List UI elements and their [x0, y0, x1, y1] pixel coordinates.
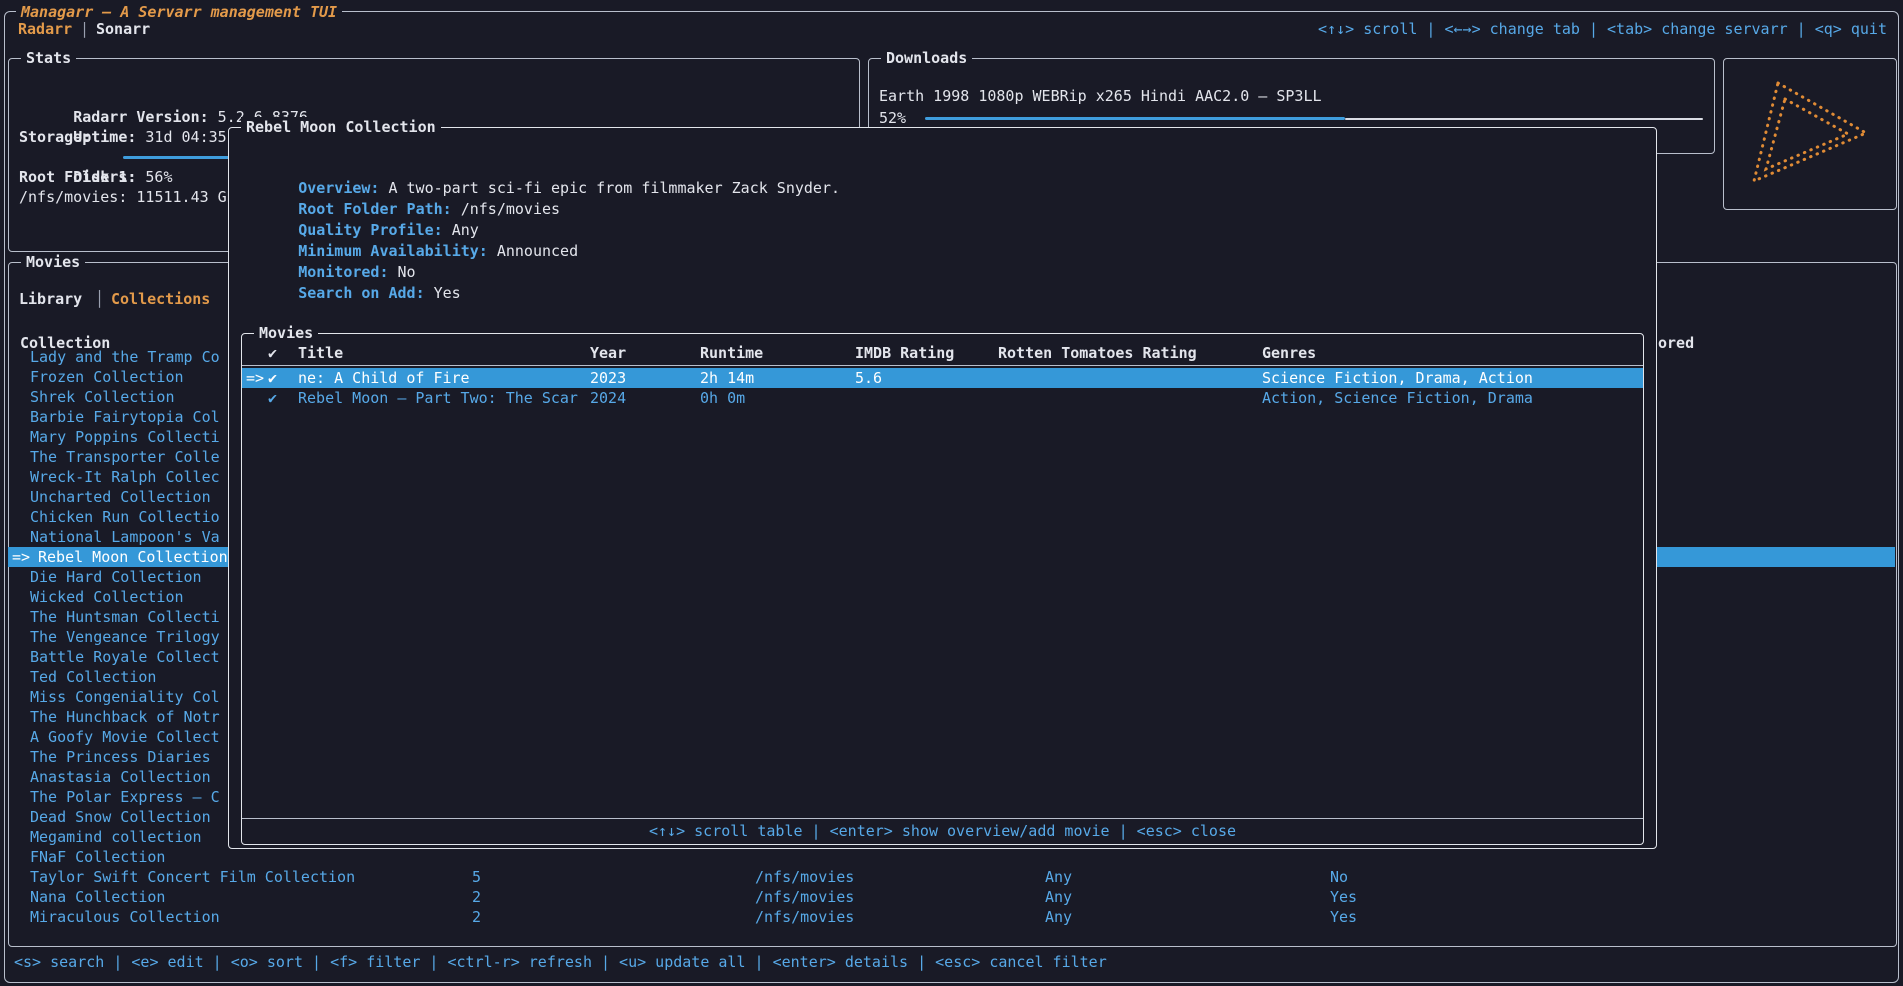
- selection-arrow: =>: [12, 547, 30, 567]
- collection-name: The Vengeance Trilogy: [30, 627, 220, 647]
- tab-separator: │: [80, 19, 89, 39]
- collection-name: National Lampoon's Va: [30, 527, 220, 547]
- collection-name: Battle Royale Collect: [30, 647, 220, 667]
- downloads-panel-title: Downloads: [881, 48, 972, 68]
- app-root: Managarr – A Servarr management TUI Rada…: [0, 0, 1903, 986]
- collection-name: The Transporter Colle: [30, 447, 220, 467]
- movie-check: ✔: [268, 368, 277, 388]
- collection-details-modal: Rebel Moon Collection Overview:A two-par…: [228, 127, 1657, 849]
- collection-row[interactable]: FNaF Collection: [8, 847, 1895, 867]
- modal-title: Rebel Moon Collection: [241, 117, 441, 137]
- download-progress-remainder: [1345, 118, 1703, 120]
- movie-genres: Action, Science Fiction, Drama: [1262, 388, 1533, 408]
- collection-name: Miss Congeniality Col: [30, 687, 220, 707]
- collection-root-folder: /nfs/movies: [755, 907, 854, 927]
- managarr-play-logo-icon: [1744, 77, 1876, 189]
- collection-monitored: No: [1330, 867, 1348, 887]
- search-on-add-field: Search on Add:Yes: [244, 263, 461, 323]
- collection-name: Shrek Collection: [30, 387, 175, 407]
- modal-keybindings: <↑↓> scroll table | <enter> show overvie…: [242, 821, 1643, 841]
- top-keybindings: <↑↓> scroll | <←→> change tab | <tab> ch…: [1318, 19, 1887, 39]
- app-title: Managarr – A Servarr management TUI: [16, 2, 342, 22]
- column-imdb-rating: IMDB Rating: [855, 343, 954, 363]
- collection-quality: Any: [1045, 887, 1072, 907]
- collection-name: Uncharted Collection: [30, 487, 211, 507]
- collection-name: Taylor Swift Concert Film Collection: [30, 867, 355, 887]
- collection-name: Anastasia Collection: [30, 767, 211, 787]
- table-footer-divider: [242, 818, 1643, 819]
- movie-year: 2024: [590, 388, 626, 408]
- collection-root-folder: /nfs/movies: [755, 867, 854, 887]
- tab-radarr[interactable]: Radarr: [18, 19, 72, 39]
- column-year: Year: [590, 343, 626, 363]
- tab-sonarr[interactable]: Sonarr: [96, 19, 150, 39]
- column-genres: Genres: [1262, 343, 1316, 363]
- collection-row[interactable]: Taylor Swift Concert Film Collection 5 /…: [8, 867, 1895, 887]
- root-folders-label: Root Folders:: [19, 167, 136, 187]
- collection-row[interactable]: Nana Collection 2 /nfs/movies Any Yes: [8, 887, 1895, 907]
- collection-name: Lady and the Tramp Co: [30, 347, 220, 367]
- collection-movie-count: 2: [472, 887, 481, 907]
- collection-name: Ted Collection: [30, 667, 156, 687]
- movie-row[interactable]: ✔ Rebel Moon – Part Two: The Scar 2024 0…: [242, 388, 1643, 408]
- collection-movie-count: 5: [472, 867, 481, 887]
- collection-name: Chicken Run Collectio: [30, 507, 220, 527]
- collection-quality: Any: [1045, 867, 1072, 887]
- collection-row[interactable]: Miraculous Collection 2 /nfs/movies Any …: [8, 907, 1895, 927]
- collection-name: The Princess Diaries: [30, 747, 211, 767]
- collection-name: Miraculous Collection: [30, 907, 220, 927]
- collection-name: Megamind collection: [30, 827, 202, 847]
- collection-name: Die Hard Collection: [30, 567, 202, 587]
- movie-check: ✔: [268, 388, 277, 408]
- selection-arrow: =>: [246, 368, 264, 388]
- collection-name: The Polar Express – C: [30, 787, 220, 807]
- collection-name: The Hunchback of Notr: [30, 707, 220, 727]
- tab-library[interactable]: Library: [19, 289, 82, 309]
- collection-name: Mary Poppins Collecti: [30, 427, 220, 447]
- bottom-keybindings: <s> search | <e> edit | <o> sort | <f> f…: [14, 952, 1107, 972]
- collection-name: FNaF Collection: [30, 847, 165, 867]
- collection-movies-panel: Movies ✔ Title Year Runtime IMDB Rating …: [241, 333, 1644, 845]
- collection-name: Dead Snow Collection: [30, 807, 211, 827]
- movie-title: ne: A Child of Fire: [298, 368, 470, 388]
- download-percent: 52%: [879, 108, 906, 128]
- movie-imdb: 5.6: [855, 368, 882, 388]
- collection-name: The Huntsman Collecti: [30, 607, 220, 627]
- table-header-divider: [242, 365, 1643, 366]
- collection-name: Wicked Collection: [30, 587, 184, 607]
- movie-genres: Science Fiction, Drama, Action: [1262, 368, 1533, 388]
- movie-runtime: 0h 0m: [700, 388, 745, 408]
- movie-row-selected[interactable]: => ✔ ne: A Child of Fire 2023 2h 14m 5.6…: [242, 368, 1643, 388]
- stats-panel-title: Stats: [21, 48, 76, 68]
- collection-name: Frozen Collection: [30, 367, 184, 387]
- collection-name: Barbie Fairytopia Col: [30, 407, 220, 427]
- movie-title: Rebel Moon – Part Two: The Scar: [298, 388, 578, 408]
- root-folder-size: /nfs/movies: 11511.43 GB: [19, 187, 236, 207]
- tab-collections[interactable]: Collections: [111, 289, 210, 309]
- column-runtime: Runtime: [700, 343, 763, 363]
- collection-monitored: Yes: [1330, 887, 1357, 907]
- movies-panel-title: Movies: [21, 252, 85, 272]
- collection-name: Wreck-It Ralph Collec: [30, 467, 220, 487]
- download-item-title: Earth 1998 1080p WEBRip x265 Hindi AAC2.…: [879, 86, 1322, 106]
- storage-label: Storage:: [19, 127, 91, 147]
- collection-root-folder: /nfs/movies: [755, 887, 854, 907]
- download-progress-bar: [925, 117, 1345, 120]
- collection-name: Nana Collection: [30, 887, 165, 907]
- movies-tab-separator: │: [95, 289, 104, 309]
- collection-movies-title: Movies: [254, 323, 318, 343]
- movie-runtime: 2h 14m: [700, 368, 754, 388]
- column-check: ✔: [268, 343, 277, 363]
- collection-monitored: Yes: [1330, 907, 1357, 927]
- logo-panel: [1723, 58, 1897, 210]
- movie-year: 2023: [590, 368, 626, 388]
- collection-name: Rebel Moon Collection: [38, 547, 228, 567]
- collection-name: A Goofy Movie Collect: [30, 727, 220, 747]
- column-title: Title: [298, 343, 343, 363]
- collection-movie-count: 2: [472, 907, 481, 927]
- collection-quality: Any: [1045, 907, 1072, 927]
- column-rt-rating: Rotten Tomatoes Rating: [998, 343, 1197, 363]
